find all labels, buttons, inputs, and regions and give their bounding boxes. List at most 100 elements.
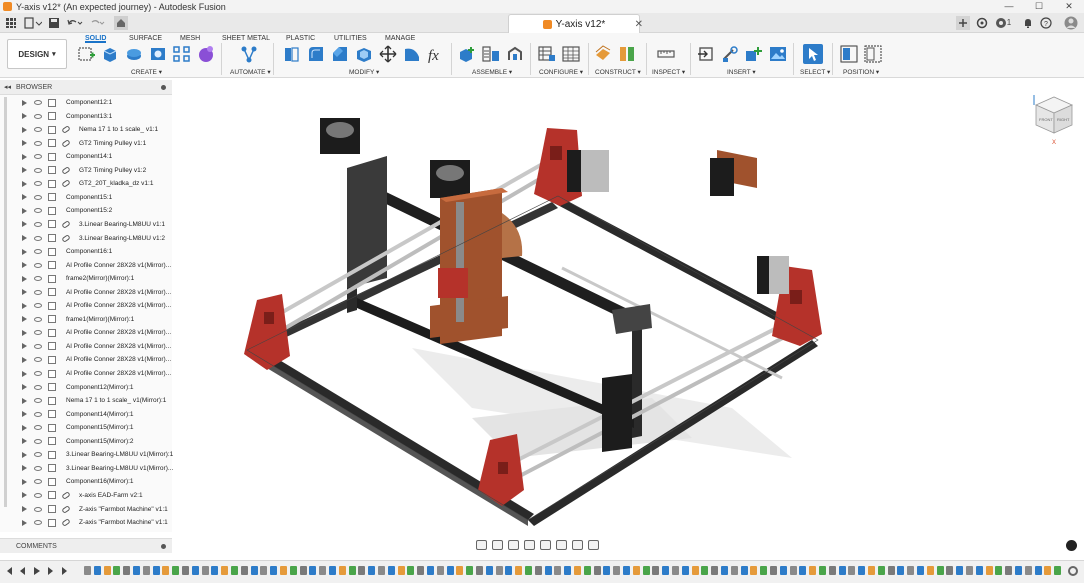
visibility-eye-icon[interactable] <box>34 506 42 512</box>
document-tab[interactable]: Y-axis v12* ✕ <box>508 14 643 33</box>
home-icon[interactable] <box>114 16 128 30</box>
comments-panel[interactable]: COMMENTS <box>0 538 172 553</box>
timeline-feature-icon[interactable] <box>907 566 915 575</box>
timeline-feature-icon[interactable] <box>329 566 336 575</box>
timeline-feature-icon[interactable] <box>1054 566 1062 575</box>
group-insert[interactable]: INSERT ▾ <box>727 68 756 76</box>
browser-item[interactable]: Nema 17 1 to 1 scale_ v1:1 <box>0 123 172 136</box>
timeline-feature-icon[interactable] <box>975 566 983 575</box>
timeline-feature-icon[interactable] <box>250 566 258 575</box>
visibility-eye-icon[interactable] <box>34 316 42 322</box>
collapse-panel-icon[interactable]: ◂◂ <box>4 83 11 91</box>
visibility-eye-icon[interactable] <box>34 411 42 417</box>
timeline-feature-icon[interactable] <box>505 566 513 575</box>
panel-options-icon[interactable] <box>161 84 166 90</box>
browser-item[interactable]: Al Profile Conner 28X28 v1(Mirror)... <box>0 367 172 380</box>
timeline-feature-icon[interactable] <box>476 566 483 575</box>
timeline-feature-icon[interactable] <box>182 566 189 575</box>
timeline-feature-icon[interactable] <box>191 566 199 575</box>
timeline-feature-icon[interactable] <box>142 566 150 575</box>
joint-icon[interactable] <box>482 45 500 63</box>
expand-triangle-icon[interactable] <box>22 465 27 472</box>
pattern-icon[interactable] <box>173 45 191 63</box>
browser-item[interactable]: GT2 Timing Pulley v1:2 <box>0 164 172 177</box>
timeline-feature-icon[interactable] <box>946 566 954 575</box>
group-modify[interactable]: MODIFY ▾ <box>349 68 379 76</box>
timeline-feature-icon[interactable] <box>427 566 434 575</box>
step-forward-icon[interactable] <box>48 567 53 575</box>
cnc-gantry-model[interactable] <box>172 78 1084 556</box>
expand-triangle-icon[interactable] <box>22 99 27 106</box>
expand-triangle-icon[interactable] <box>22 153 27 160</box>
browser-item[interactable]: frame1(Mirror)(Mirror):1 <box>0 313 172 326</box>
timeline-feature-icon[interactable] <box>466 566 474 575</box>
browser-item[interactable]: Z-axis "Farmbot Machine" v1:1 <box>0 516 172 529</box>
visibility-eye-icon[interactable] <box>34 113 42 119</box>
timeline-feature-icon[interactable] <box>730 566 738 575</box>
plus-icon[interactable] <box>956 16 970 30</box>
play-icon[interactable] <box>34 567 40 575</box>
new-component-icon[interactable] <box>458 45 476 63</box>
timeline-feature-icon[interactable] <box>84 566 91 575</box>
timeline-feature-icon[interactable] <box>877 566 885 575</box>
account-status-icon[interactable] <box>1066 540 1077 551</box>
timeline-feature-icon[interactable] <box>1015 566 1022 575</box>
group-construct[interactable]: CONSTRUCT ▾ <box>595 68 641 76</box>
expand-triangle-icon[interactable] <box>22 356 27 363</box>
timeline-feature-icon[interactable] <box>436 566 444 575</box>
timeline-feature-icon[interactable] <box>740 566 748 575</box>
timeline-feature-icon[interactable] <box>397 566 405 575</box>
viewcube[interactable]: FRONT RIGHT Z X <box>1032 93 1076 145</box>
visibility-eye-icon[interactable] <box>34 479 42 485</box>
timeline-feature-icon[interactable] <box>485 566 493 575</box>
timeline-feature-icon[interactable] <box>495 566 503 575</box>
group-select[interactable]: SELECT ▾ <box>800 68 830 76</box>
timeline-feature-icon[interactable] <box>231 566 238 575</box>
configuration-table-icon[interactable] <box>562 45 580 63</box>
expand-triangle-icon[interactable] <box>22 248 27 255</box>
insert-mesh-icon[interactable] <box>745 45 763 63</box>
press-pull-icon[interactable] <box>283 45 301 63</box>
timeline-feature-icon[interactable] <box>544 566 552 575</box>
insert-derive-icon[interactable] <box>697 45 715 63</box>
user-avatar[interactable] <box>1064 16 1078 30</box>
timeline-feature-icon[interactable] <box>583 566 591 575</box>
timeline-feature-icon[interactable] <box>1034 566 1042 575</box>
maximize-button[interactable]: ☐ <box>1024 0 1054 13</box>
browser-header[interactable]: ◂◂ BROWSER <box>0 80 172 95</box>
timeline-feature-icon[interactable] <box>358 566 366 575</box>
expand-triangle-icon[interactable] <box>22 221 27 228</box>
go-to-end-icon[interactable] <box>62 567 67 575</box>
browser-item[interactable]: Al Profile Conner 28X28 v1(Mirror)... <box>0 286 172 299</box>
timeline-feature-icon[interactable] <box>789 566 797 575</box>
timeline-feature-icon[interactable] <box>525 566 532 575</box>
timeline-feature-icon[interactable] <box>828 566 836 575</box>
expand-triangle-icon[interactable] <box>22 397 27 404</box>
timeline-feature-icon[interactable] <box>162 566 170 575</box>
timeline-feature-icon[interactable] <box>378 566 385 575</box>
timeline-settings-icon[interactable] <box>1068 566 1078 576</box>
timeline-feature-icon[interactable] <box>152 566 160 575</box>
tab-surface[interactable]: SURFACE <box>129 34 162 43</box>
orbit-icon[interactable] <box>476 540 487 550</box>
group-configure[interactable]: CONFIGURE ▾ <box>539 68 583 76</box>
timeline-feature-icon[interactable] <box>917 566 924 575</box>
timeline-feature-icon[interactable] <box>564 566 572 575</box>
timeline-feature-icon[interactable] <box>868 566 875 575</box>
browser-item[interactable]: 3.Linear Bearing-LM8UU v1:1 <box>0 218 172 231</box>
visibility-eye-icon[interactable] <box>34 452 42 458</box>
visibility-eye-icon[interactable] <box>34 235 42 241</box>
pan-icon[interactable] <box>508 540 519 550</box>
browser-item[interactable]: GT2 Timing Pulley v1:1 <box>0 137 172 150</box>
timeline-feature-icon[interactable] <box>838 566 846 575</box>
browser-item[interactable]: Component16(Mirror):1 <box>0 475 172 488</box>
timeline-feature-icon[interactable] <box>985 566 993 575</box>
redo-icon[interactable] <box>88 16 106 30</box>
browser-item[interactable]: Component15:2 <box>0 204 172 217</box>
timeline-feature-icon[interactable] <box>260 566 268 575</box>
timeline-feature-icon[interactable] <box>280 566 287 575</box>
visibility-eye-icon[interactable] <box>34 343 42 349</box>
timeline-feature-icon[interactable] <box>554 566 562 575</box>
motion-link-icon[interactable] <box>506 45 524 63</box>
timeline-feature-icon[interactable] <box>848 566 856 575</box>
